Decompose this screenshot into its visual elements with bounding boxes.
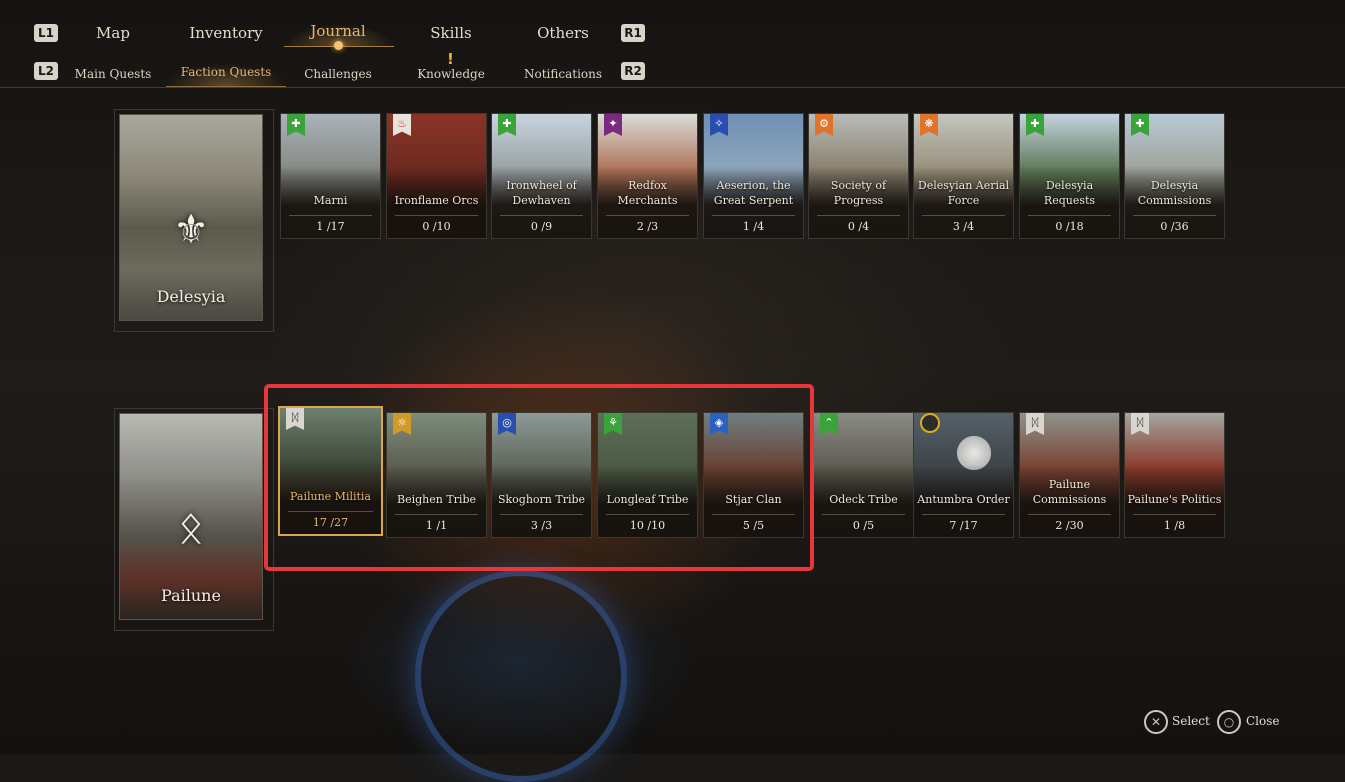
card-divider [922, 514, 1005, 515]
subtab-notifications[interactable]: Notifications [524, 67, 602, 81]
tab-journal[interactable]: Journal [310, 22, 365, 40]
r2-button-hint[interactable]: R2 [621, 62, 645, 80]
faction-card-society-of-progress[interactable]: ⚙ Society of Progress 0 /4 [808, 113, 909, 239]
region-card-pailune[interactable]: ᛟ Pailune [119, 413, 263, 620]
faction-name: Delesyia Commissions [1137, 179, 1212, 207]
subtab-knowledge[interactable]: Knowledge [417, 67, 485, 81]
region-card-delesyia[interactable]: ⚜ Delesyia [119, 114, 263, 321]
card-divider [1133, 215, 1216, 216]
fleur-de-lis-icon: ⚜ [173, 207, 209, 253]
quest-count: 0 /9 [530, 220, 553, 233]
faction-name: Pailune's Politics [1127, 493, 1222, 506]
faction-card-aeserion-the-great-serpent[interactable]: ✧ Aeserion, the Great Serpent 1 /4 [703, 113, 804, 239]
faction-card-ironflame-orcs[interactable]: ♨ Ironflame Orcs 0 /10 [386, 113, 487, 239]
select-action[interactable]: Select [1172, 714, 1210, 728]
eclipse-icon [920, 413, 940, 433]
card-divider [712, 215, 795, 216]
quest-count: 0 /10 [422, 220, 451, 233]
faction-card-ironwheel-of-dewhaven[interactable]: ✚ Ironwheel of Dewhaven 0 /9 [491, 113, 592, 239]
quest-count: 0 /36 [1160, 220, 1189, 233]
faction-card-odeck-tribe[interactable]: ⌃ Odeck Tribe 0 /5 [813, 412, 914, 538]
faction-card-redfox-merchants[interactable]: ✦ Redfox Merchants 2 /3 [597, 113, 698, 239]
faction-name: Redfox Merchants [617, 179, 678, 207]
faction-name: Ironwheel of Dewhaven [506, 179, 577, 207]
faction-name: Antumbra Order [917, 493, 1010, 506]
nav-divider [0, 87, 1345, 88]
background-portal-ring [415, 570, 627, 782]
card-divider [822, 514, 905, 515]
tab-inventory[interactable]: Inventory [189, 24, 262, 42]
faction-card-delesyia-commissions[interactable]: ✚ Delesyia Commissions 0 /36 [1124, 113, 1225, 239]
faction-card-pailunes-politics[interactable]: ᛞ Pailune's Politics 1 /8 [1124, 412, 1225, 538]
faction-name: Delesyia Requests [1043, 179, 1096, 207]
faction-name: Marni [313, 194, 348, 207]
quest-count: 1 /4 [742, 220, 765, 233]
faction-card-delesyian-aerial-force[interactable]: ❋ Delesyian Aerial Force 3 /4 [913, 113, 1014, 239]
subtab-faction-quests[interactable]: Faction Quests [181, 65, 272, 79]
faction-card-pailune-commissions[interactable]: ᛞ Pailune Commissions 2 /30 [1019, 412, 1120, 538]
card-divider [1133, 514, 1216, 515]
faction-card-marni[interactable]: ✚ Marni 1 /17 [280, 113, 381, 239]
highlight-annotation-box [264, 384, 814, 571]
card-divider [922, 215, 1005, 216]
tab-skills[interactable]: Skills [430, 24, 471, 42]
subtab-challenges[interactable]: Challenges [304, 67, 372, 81]
knowledge-alert-icon: ! [447, 50, 454, 68]
faction-name: Delesyian Aerial Force [917, 179, 1010, 207]
quest-count: 0 /18 [1055, 220, 1084, 233]
region-name: Delesyia [156, 287, 226, 306]
l2-button-hint[interactable]: L2 [34, 62, 58, 80]
region-name: Pailune [161, 586, 221, 605]
wolf-knot-icon: ᛟ [177, 502, 205, 553]
quest-count: 1 /8 [1163, 519, 1186, 532]
quest-count: 2 /3 [636, 220, 659, 233]
card-divider [1028, 215, 1111, 216]
quest-count: 0 /5 [852, 519, 875, 532]
l1-button-hint[interactable]: L1 [34, 24, 58, 42]
faction-name: Society of Progress [830, 179, 887, 207]
card-divider [817, 215, 900, 216]
subtab-main-quests[interactable]: Main Quests [75, 67, 152, 81]
active-tab-indicator [334, 41, 343, 50]
quest-count: 2 /30 [1055, 519, 1084, 532]
card-divider [500, 215, 583, 216]
quest-count: 0 /4 [847, 220, 870, 233]
card-divider [606, 215, 689, 216]
r1-button-hint[interactable]: R1 [621, 24, 645, 42]
faction-name: Aeserion, the Great Serpent [713, 179, 794, 207]
card-divider [1028, 514, 1111, 515]
tab-others[interactable]: Others [537, 24, 589, 42]
faction-card-delesyia-requests[interactable]: ✚ Delesyia Requests 0 /18 [1019, 113, 1120, 239]
card-divider [289, 215, 372, 216]
faction-name: Odeck Tribe [829, 493, 898, 506]
circle-button-icon: ○ [1217, 710, 1241, 734]
cross-button-icon: ✕ [1144, 710, 1168, 734]
faction-card-antumbra-order[interactable]: Antumbra Order 7 /17 [913, 412, 1014, 538]
tab-map[interactable]: Map [96, 24, 130, 42]
faction-name: Ironflame Orcs [394, 194, 479, 207]
card-divider [395, 215, 478, 216]
close-action[interactable]: Close [1246, 714, 1280, 728]
faction-name: Pailune Commissions [1032, 478, 1107, 506]
quest-count: 7 /17 [949, 519, 978, 532]
quest-count: 3 /4 [952, 220, 975, 233]
quest-count: 1 /17 [316, 220, 345, 233]
